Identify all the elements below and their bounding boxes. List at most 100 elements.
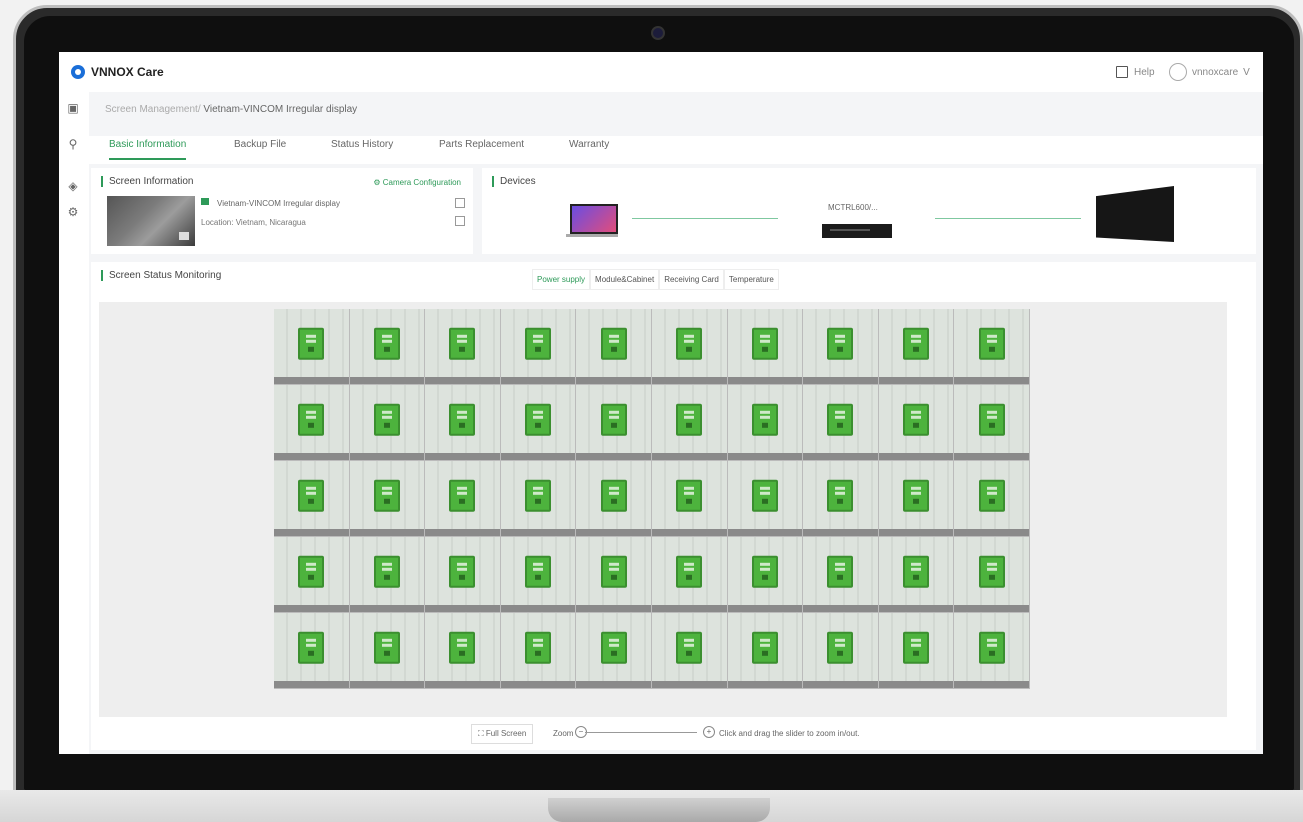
- power-supply-icon: [449, 631, 476, 664]
- edit-location-icon[interactable]: [455, 216, 465, 226]
- power-supply-icon: [373, 555, 400, 588]
- cabinet-cell[interactable]: [651, 537, 728, 613]
- cabinet-cell[interactable]: [576, 385, 652, 461]
- cabinet-cell[interactable]: [954, 385, 1030, 461]
- tab-parts-replacement[interactable]: Parts Replacement: [439, 139, 524, 158]
- cabinet-label: [500, 681, 576, 688]
- cabinet-cell[interactable]: [651, 385, 728, 461]
- cabinet-cell[interactable]: [576, 461, 652, 537]
- power-supply-icon: [978, 403, 1005, 436]
- segment-module-cabinet[interactable]: Module&Cabinet: [590, 269, 660, 290]
- cabinet-cell[interactable]: [576, 537, 652, 613]
- tab-backup-file[interactable]: Backup File: [234, 139, 286, 158]
- power-supply-icon: [827, 479, 854, 512]
- screen-thumbnail[interactable]: [107, 196, 195, 246]
- cabinet-cell[interactable]: [274, 461, 350, 537]
- cabinet-label: [727, 681, 803, 688]
- power-supply-icon: [525, 403, 552, 436]
- segment-temperature[interactable]: Temperature: [723, 269, 779, 290]
- cabinet-cell[interactable]: [878, 461, 955, 537]
- cabinet-cell[interactable]: [349, 537, 426, 613]
- cabinet-cell[interactable]: [803, 537, 879, 613]
- cabinet-cell[interactable]: [803, 461, 879, 537]
- cabinet-cell[interactable]: [803, 385, 879, 461]
- cabinet-cell[interactable]: [425, 309, 501, 385]
- devices-title: Devices: [492, 176, 536, 187]
- computer-device-icon[interactable]: [570, 204, 618, 234]
- sidebar: ▣ ⚲ ◈ ⚙ ☰: [59, 92, 90, 754]
- power-supply-icon: [978, 479, 1005, 512]
- layers-icon[interactable]: ◈: [67, 180, 79, 192]
- cabinet-cell[interactable]: [274, 537, 350, 613]
- cabinet-cell[interactable]: [425, 613, 501, 689]
- tab-bar: Basic Information Backup File Status His…: [89, 136, 1263, 164]
- cabinet-cell[interactable]: [500, 385, 577, 461]
- power-supply-icon: [600, 631, 627, 664]
- cabinet-cell[interactable]: [500, 613, 577, 689]
- cabinet-cell[interactable]: [500, 309, 577, 385]
- cabinet-cell[interactable]: [576, 309, 652, 385]
- cabinet-cell[interactable]: [954, 309, 1030, 385]
- cabinet-cell[interactable]: [727, 309, 804, 385]
- monitoring-segments: Power supply Module&Cabinet Receiving Ca…: [532, 269, 779, 290]
- cabinet-cell[interactable]: [954, 537, 1030, 613]
- camera-configuration-link[interactable]: ⚙ Camera Configuration: [373, 178, 461, 187]
- cabinet-cell[interactable]: [425, 461, 501, 537]
- cabinet-cell[interactable]: [878, 613, 955, 689]
- connection-line: [935, 218, 1081, 219]
- cabinet-cell[interactable]: [576, 613, 652, 689]
- screen-information-card: Screen Information ⚙ Camera Configuratio…: [91, 168, 473, 254]
- cabinet-label: [954, 605, 1029, 612]
- cabinet-cell[interactable]: [651, 461, 728, 537]
- cabinet-cell[interactable]: [878, 309, 955, 385]
- cabinet-cell[interactable]: [803, 309, 879, 385]
- cabinet-cell[interactable]: [803, 613, 879, 689]
- segment-power-supply[interactable]: Power supply: [532, 269, 591, 290]
- monitor-icon[interactable]: ▣: [67, 102, 79, 114]
- cabinet-cell[interactable]: [954, 613, 1030, 689]
- full-screen-button[interactable]: ⛶ Full Screen: [471, 724, 534, 744]
- gear-icon[interactable]: ⚙: [67, 206, 79, 218]
- cabinet-cell[interactable]: [954, 461, 1030, 537]
- tab-status-history[interactable]: Status History: [331, 139, 393, 158]
- cabinet-cell[interactable]: [727, 613, 804, 689]
- help-link[interactable]: Help: [1116, 66, 1155, 78]
- power-supply-icon: [978, 327, 1005, 360]
- tab-basic-information[interactable]: Basic Information: [109, 139, 187, 160]
- cabinet-cell[interactable]: [349, 309, 426, 385]
- controller-device-icon[interactable]: [822, 224, 892, 238]
- cabinet-label: [954, 453, 1029, 460]
- cabinet-cell[interactable]: [349, 385, 426, 461]
- power-supply-icon: [373, 479, 400, 512]
- cabinet-cell[interactable]: [727, 461, 804, 537]
- cabinet-cell[interactable]: [727, 537, 804, 613]
- cabinet-label: [803, 529, 878, 536]
- cabinet-label: [878, 377, 954, 384]
- cabinet-cell[interactable]: [500, 461, 577, 537]
- zoom-slider[interactable]: [585, 732, 697, 733]
- cabinet-cell[interactable]: [425, 385, 501, 461]
- cabinet-cell[interactable]: [349, 613, 426, 689]
- monitoring-canvas[interactable]: [99, 302, 1227, 717]
- cabinet-cell[interactable]: [349, 461, 426, 537]
- zoom-in-icon[interactable]: +: [703, 726, 715, 738]
- cabinet-cell[interactable]: [274, 613, 350, 689]
- cabinet-cell[interactable]: [274, 309, 350, 385]
- cabinet-cell[interactable]: [651, 309, 728, 385]
- cabinet-cell[interactable]: [878, 537, 955, 613]
- user-icon[interactable]: ⚲: [67, 138, 79, 150]
- cabinet-cell[interactable]: [878, 385, 955, 461]
- cabinet-cell[interactable]: [651, 613, 728, 689]
- cabinet-cell[interactable]: [500, 537, 577, 613]
- edit-name-icon[interactable]: [455, 198, 465, 208]
- breadcrumb-parent[interactable]: Screen Management/: [105, 104, 201, 115]
- cabinet-cell[interactable]: [727, 385, 804, 461]
- cabinet-label: [576, 453, 651, 460]
- user-menu[interactable]: vnnoxcare V: [1169, 63, 1250, 81]
- tab-warranty[interactable]: Warranty: [569, 139, 609, 158]
- power-supply-icon: [903, 403, 930, 436]
- led-screen-device-icon[interactable]: [1096, 186, 1174, 242]
- cabinet-cell[interactable]: [425, 537, 501, 613]
- segment-receiving-card[interactable]: Receiving Card: [659, 269, 724, 290]
- cabinet-cell[interactable]: [274, 385, 350, 461]
